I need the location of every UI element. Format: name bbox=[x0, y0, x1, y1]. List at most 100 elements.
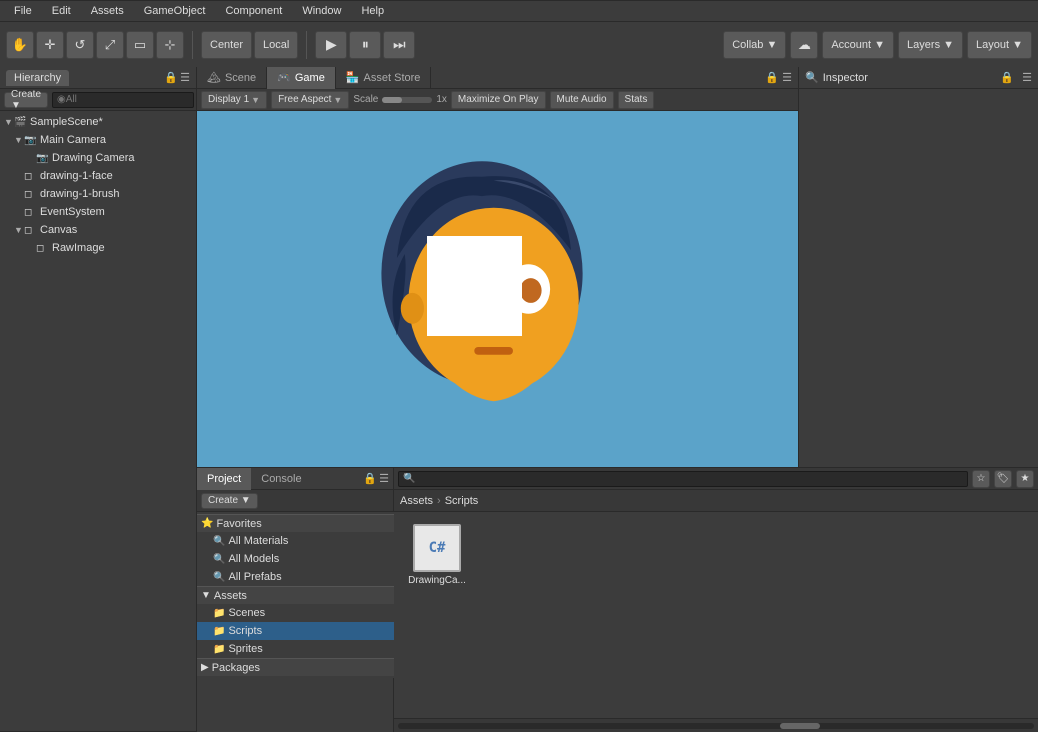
object-icon: ◻ bbox=[24, 171, 38, 182]
all-prefabs-item[interactable]: 🔍 All Prefabs bbox=[197, 568, 394, 586]
project-lock-icon[interactable]: 🔒 bbox=[363, 472, 377, 485]
left-side: Hierarchy 🔒 ☰ Create ▼ ▼ 🎬 SampleScen bbox=[0, 67, 197, 732]
camera-icon: 📷 bbox=[24, 135, 38, 146]
game-viewport[interactable] bbox=[197, 111, 798, 467]
project-tab[interactable]: Project bbox=[197, 468, 251, 490]
star-icon: ⭐ bbox=[201, 518, 213, 529]
breadcrumb-scripts[interactable]: Scripts bbox=[445, 495, 479, 507]
packages-section[interactable]: ▶ Packages bbox=[197, 658, 394, 676]
pause-button[interactable]: ⏸ bbox=[349, 31, 381, 59]
sprites-folder-item[interactable]: 📁 Sprites bbox=[197, 640, 394, 658]
files-scrollbar[interactable] bbox=[394, 718, 1038, 732]
object-icon: ◻ bbox=[24, 189, 38, 200]
scene-tab[interactable]: 🏔 Scene bbox=[197, 67, 267, 89]
folder-icon: 📁 bbox=[213, 644, 225, 655]
layers-button[interactable]: Layers ▼ bbox=[898, 31, 963, 59]
inspector-lock-icon[interactable]: 🔒 bbox=[1000, 71, 1014, 84]
stats-button[interactable]: Stats bbox=[618, 91, 655, 109]
hierarchy-create-button[interactable]: Create ▼ bbox=[4, 92, 48, 108]
chevron-right-icon: ▶ bbox=[201, 662, 209, 673]
game-icon: 🎮 bbox=[277, 71, 291, 84]
console-tab[interactable]: Console bbox=[251, 468, 311, 490]
arrow-icon bbox=[14, 171, 24, 181]
tab-label: Game bbox=[295, 72, 325, 84]
hierarchy-item-maincamera[interactable]: ▼ 📷 Main Camera bbox=[0, 131, 196, 149]
menu-file[interactable]: File bbox=[4, 0, 42, 22]
center-button[interactable]: Center bbox=[201, 31, 252, 59]
object-icon: ◻ bbox=[24, 225, 38, 236]
move-tool-button[interactable]: ✛ bbox=[36, 31, 64, 59]
account-button[interactable]: Account ▼ bbox=[822, 31, 894, 59]
display-button[interactable]: Display 1 ▼ bbox=[201, 91, 267, 109]
hierarchy-label: SampleScene* bbox=[30, 116, 103, 128]
hierarchy-item-eventsystem[interactable]: ◻ EventSystem bbox=[0, 203, 196, 221]
object-icon: ◻ bbox=[24, 207, 38, 218]
inspector-panel: 🔍 Inspector 🔒 ☰ bbox=[798, 67, 1038, 467]
files-tag-button[interactable]: 🏷 bbox=[994, 470, 1012, 488]
hierarchy-item-face[interactable]: ◻ drawing-1-face bbox=[0, 167, 196, 185]
project-menu-icon[interactable]: ☰ bbox=[379, 472, 389, 485]
tab-label: Scene bbox=[225, 72, 256, 84]
drawing-canvas-overlay bbox=[427, 236, 522, 336]
menu-assets[interactable]: Assets bbox=[81, 0, 134, 22]
files-star-button[interactable]: ★ bbox=[1016, 470, 1034, 488]
menu-component[interactable]: Component bbox=[215, 0, 292, 22]
scenes-folder-item[interactable]: 📁 Scenes bbox=[197, 604, 394, 622]
project-toolbar: Create ▼ bbox=[197, 490, 393, 512]
inspector-header: 🔍 Inspector 🔒 ☰ bbox=[799, 67, 1038, 89]
scripts-folder-item[interactable]: 📁 Scripts bbox=[197, 622, 394, 640]
all-models-item[interactable]: 🔍 All Models bbox=[197, 550, 394, 568]
favorites-section[interactable]: ⭐ Favorites bbox=[197, 514, 394, 532]
step-button[interactable]: ⏭ bbox=[383, 31, 415, 59]
breadcrumb-assets[interactable]: Assets bbox=[400, 495, 433, 507]
collab-button[interactable]: Collab ▼ bbox=[723, 31, 786, 59]
menu-help[interactable]: Help bbox=[351, 0, 394, 22]
hierarchy-menu-icon[interactable]: ☰ bbox=[180, 71, 190, 84]
hierarchy-search-input[interactable] bbox=[52, 92, 194, 108]
layout-button[interactable]: Layout ▼ bbox=[967, 31, 1032, 59]
hierarchy-label: drawing-1-brush bbox=[40, 188, 119, 200]
asset-store-tab[interactable]: 🏪 Asset Store bbox=[336, 67, 432, 89]
hierarchy-item-brush[interactable]: ◻ drawing-1-brush bbox=[0, 185, 196, 203]
hierarchy-item-drawingcamera[interactable]: 📷 Drawing Camera bbox=[0, 149, 196, 167]
transform-tool-button[interactable]: ⊹ bbox=[156, 31, 184, 59]
menu-window[interactable]: Window bbox=[292, 0, 351, 22]
folder-icon: 📁 bbox=[213, 608, 225, 619]
files-favorites-button[interactable]: ☆ bbox=[972, 470, 990, 488]
hierarchy-item-rawimage[interactable]: ◻ RawImage bbox=[0, 239, 196, 257]
inspector-icon: 🔍 bbox=[805, 71, 819, 84]
game-toolbar: Display 1 ▼ Free Aspect ▼ Scale 1x Maxim… bbox=[197, 89, 798, 111]
hierarchy-lock-icon[interactable]: 🔒 bbox=[164, 71, 178, 84]
file-item-drawingca[interactable]: C# DrawingCa... bbox=[402, 520, 472, 590]
hierarchy-item-samplescene[interactable]: ▼ 🎬 SampleScene* bbox=[0, 113, 196, 131]
hierarchy-item-canvas[interactable]: ▼ ◻ Canvas bbox=[0, 221, 196, 239]
viewport-menu-icon[interactable]: ☰ bbox=[782, 71, 792, 84]
cloud-button[interactable]: ☁ bbox=[790, 31, 818, 59]
item-label: All Prefabs bbox=[228, 571, 281, 583]
hierarchy-tab[interactable]: Hierarchy bbox=[6, 70, 69, 86]
arrow-icon bbox=[14, 207, 24, 217]
separator-1 bbox=[192, 31, 193, 59]
files-search-input[interactable] bbox=[398, 471, 968, 487]
menu-edit[interactable]: Edit bbox=[42, 0, 81, 22]
rect-tool-button[interactable]: ▭ bbox=[126, 31, 154, 59]
viewport-lock-icon[interactable]: 🔒 bbox=[765, 71, 779, 84]
inspector-menu-icon[interactable]: ☰ bbox=[1022, 71, 1032, 84]
project-create-button[interactable]: Create ▼ bbox=[201, 493, 258, 509]
all-materials-item[interactable]: 🔍 All Materials bbox=[197, 532, 394, 550]
play-button[interactable]: ▶ bbox=[315, 31, 347, 59]
maximize-on-play-button[interactable]: Maximize On Play bbox=[451, 91, 546, 109]
scale-slider[interactable] bbox=[382, 97, 432, 103]
bottom-panel: Project Console 🔒 ☰ Create ▼ ⭐ bbox=[197, 467, 1038, 732]
aspect-button[interactable]: Free Aspect ▼ bbox=[271, 91, 349, 109]
game-tab[interactable]: 🎮 Game bbox=[267, 67, 336, 89]
local-button[interactable]: Local bbox=[254, 31, 298, 59]
scale-tool-button[interactable]: ⤢ bbox=[96, 31, 124, 59]
scroll-thumb bbox=[780, 723, 820, 729]
mute-audio-button[interactable]: Mute Audio bbox=[550, 91, 614, 109]
assets-section[interactable]: ▼ Assets bbox=[197, 586, 394, 604]
menu-gameobject[interactable]: GameObject bbox=[134, 0, 216, 22]
hierarchy-label: drawing-1-face bbox=[40, 170, 113, 182]
rotate-tool-button[interactable]: ↺ bbox=[66, 31, 94, 59]
hand-tool-button[interactable]: ✋ bbox=[6, 31, 34, 59]
